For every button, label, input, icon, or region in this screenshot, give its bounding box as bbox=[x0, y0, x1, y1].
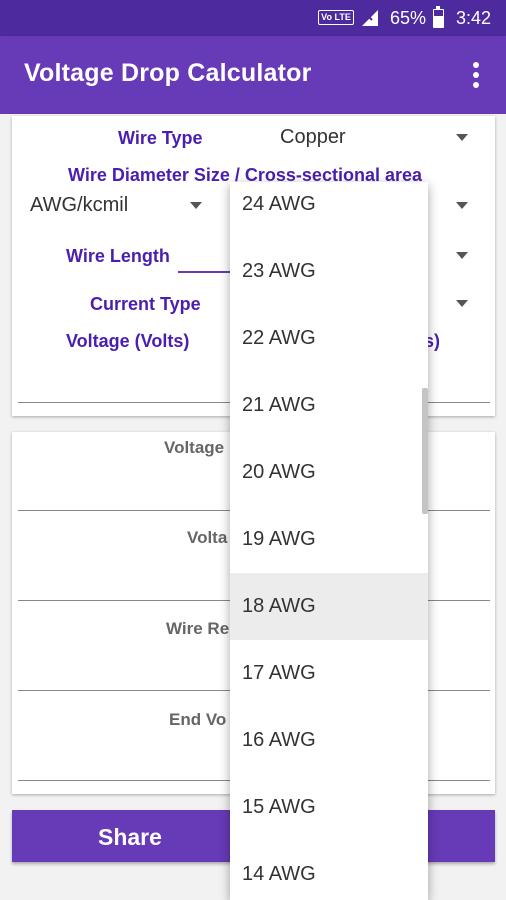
dropdown-item[interactable]: 23 AWG bbox=[230, 238, 428, 305]
result-label-voltage-percent: Volta bbox=[187, 528, 228, 547]
dropdown-item[interactable]: 20 AWG bbox=[230, 439, 428, 506]
current-type-label: Current Type bbox=[90, 294, 201, 314]
wire-type-label: Wire Type bbox=[118, 128, 203, 148]
status-bar: Vo LTE 65% 3:42 bbox=[0, 0, 506, 36]
dropdown-item[interactable]: 16 AWG bbox=[230, 707, 428, 774]
wire-type-select[interactable]: Copper bbox=[280, 126, 346, 149]
share-button-label: Share bbox=[98, 824, 162, 850]
signal-icon bbox=[362, 10, 378, 26]
volte-icon: Vo LTE bbox=[318, 10, 354, 25]
wire-size-unit-select[interactable]: AWG/kcmil bbox=[30, 194, 128, 217]
result-label-wire-resistance: Wire Re bbox=[166, 619, 230, 638]
battery-percent: 65% bbox=[390, 8, 427, 28]
dropdown-item[interactable]: 19 AWG bbox=[230, 506, 428, 573]
chevron-down-icon bbox=[190, 202, 202, 209]
dropdown-item[interactable]: 24 AWG bbox=[230, 182, 428, 238]
battery-icon bbox=[433, 6, 444, 28]
more-vert-icon[interactable] bbox=[466, 58, 486, 92]
dropdown-item-selected[interactable]: 18 AWG bbox=[230, 573, 428, 640]
app-bar: Voltage Drop Calculator bbox=[0, 36, 506, 114]
wire-length-input[interactable] bbox=[178, 271, 238, 273]
app-title: Voltage Drop Calculator bbox=[24, 59, 312, 87]
result-label-voltage-drop: Voltage bbox=[164, 438, 225, 457]
dropdown-item[interactable]: 17 AWG bbox=[230, 640, 428, 707]
result-label-end-voltage: End Vo bbox=[169, 710, 227, 729]
dropdown-item[interactable]: 22 AWG bbox=[230, 305, 428, 372]
chevron-down-icon bbox=[456, 202, 468, 209]
chevron-down-icon bbox=[456, 252, 468, 259]
dropdown-item[interactable]: 15 AWG bbox=[230, 774, 428, 841]
chevron-down-icon bbox=[456, 134, 468, 141]
clock: 3:42 bbox=[456, 8, 492, 28]
dropdown-scrollbar[interactable] bbox=[422, 388, 428, 514]
voltage-label: Voltage (Volts) bbox=[66, 331, 190, 351]
dropdown-item[interactable]: 14 AWG bbox=[230, 841, 428, 900]
wire-length-label: Wire Length bbox=[66, 246, 170, 266]
chevron-down-icon bbox=[456, 300, 468, 307]
wire-size-dropdown[interactable]: 24 AWG 23 AWG 22 AWG 21 AWG 20 AWG 19 AW… bbox=[230, 182, 428, 900]
dropdown-item[interactable]: 21 AWG bbox=[230, 372, 428, 439]
